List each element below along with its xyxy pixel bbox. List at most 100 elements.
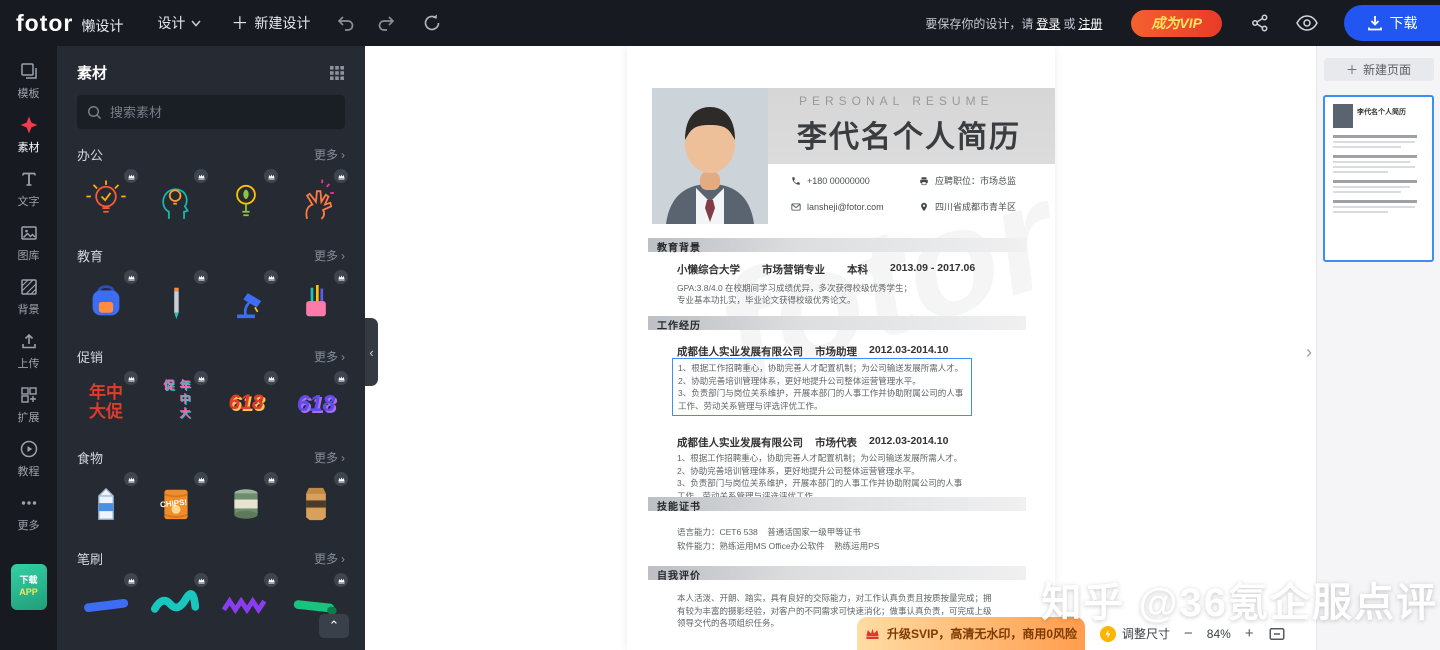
element-brush-blue[interactable]	[77, 576, 135, 634]
resume-title[interactable]: 李代名个人简历	[797, 112, 1021, 156]
chevron-right-icon: ›	[341, 552, 345, 566]
new-page-button[interactable]: ＋ 新建页面	[1324, 58, 1434, 81]
section-self-evaluation[interactable]: 自我评价	[648, 566, 1026, 580]
element-food-can[interactable]	[217, 475, 275, 533]
pages-collapse-handle[interactable]: ›	[1306, 342, 1312, 363]
layout-grid-button[interactable]	[329, 65, 345, 81]
more-link-food[interactable]: 更多›	[314, 449, 345, 466]
element-promo-vertical-text[interactable]: 年中大促	[147, 374, 205, 432]
images-icon	[19, 223, 39, 243]
download-label: 下载	[1390, 13, 1418, 33]
refresh-icon	[422, 13, 442, 33]
contact-phone[interactable]: +180 00000000	[791, 174, 919, 187]
work-entry-1-title[interactable]: 成都佳人实业发展有限公司 市场助理 2012.03-2014.10	[677, 344, 948, 359]
login-link[interactable]: 登录	[1036, 17, 1060, 31]
undo-button[interactable]	[336, 14, 356, 32]
vip-crown-badge	[194, 472, 208, 486]
element-backpack[interactable]	[77, 273, 135, 331]
zoom-controls: 调整尺寸 − 84% +	[1090, 617, 1316, 650]
fotor-logo[interactable]: fotor 懒设计	[16, 10, 123, 37]
work-entry-2-title[interactable]: 成都佳人实业发展有限公司 市场代表 2012.03-2014.10	[677, 435, 948, 450]
contact-email[interactable]: lansheji@fotor.com	[791, 200, 919, 213]
panel-collapse-handle[interactable]: ‹	[365, 318, 378, 386]
section-education[interactable]: 教育背景	[648, 238, 1026, 252]
refresh-button[interactable]	[422, 13, 442, 33]
redo-button[interactable]	[376, 14, 396, 32]
panel-collapse-up-button[interactable]: ⌃	[319, 614, 349, 638]
register-link[interactable]: 注册	[1078, 17, 1102, 31]
sidebar-item-upload[interactable]: 上传	[0, 324, 57, 378]
zoom-in-button[interactable]: +	[1245, 625, 1254, 642]
element-snack-bag[interactable]	[287, 475, 345, 533]
element-chips-bag[interactable]: CHIPS!	[147, 475, 205, 533]
upload-icon	[19, 331, 39, 351]
sidebar-item-text[interactable]: 文字	[0, 162, 57, 216]
download-button[interactable]: 下载	[1344, 5, 1440, 41]
element-pencil[interactable]	[147, 273, 205, 331]
contact-block[interactable]: +180 00000000 应聘职位：市场总监 lansheji@fotor.c…	[791, 174, 1051, 213]
svip-upgrade-banner[interactable]: 升级SVIP，高清无水印，商用0风险	[857, 617, 1085, 650]
download-app-badge[interactable]: 下载 APP	[11, 564, 47, 610]
vip-crown-badge	[194, 270, 208, 284]
chevron-right-icon: ›	[341, 249, 345, 263]
education-detail-2[interactable]: 专业基本功扎实，毕业论文获得校级优秀论文。	[677, 294, 856, 307]
canvas[interactable]: ‹ › fotor PERSONAL RESUME 李代名个人简历	[365, 46, 1316, 650]
more-link-education[interactable]: 更多›	[314, 247, 345, 264]
element-618-blue[interactable]: 618	[287, 374, 345, 432]
sidebar-item-tutorials[interactable]: 教程	[0, 432, 57, 486]
contact-address[interactable]: 四川省成都市青羊区	[919, 200, 1051, 213]
element-brush-teal[interactable]	[147, 576, 205, 634]
search-box[interactable]	[77, 95, 345, 129]
contact-position[interactable]: 应聘职位：市场总监	[919, 174, 1051, 187]
vip-crown-badge	[264, 169, 278, 183]
element-bulb-plant[interactable]	[217, 172, 275, 230]
more-dots-icon	[19, 493, 39, 513]
skills-line-1[interactable]: 语言能力：CET6 538 普通话国家一级甲等证书	[677, 526, 861, 539]
element-milk-carton[interactable]	[77, 475, 135, 533]
section-name-education: 教育	[77, 246, 103, 265]
plus-icon: ＋	[1346, 61, 1358, 78]
share-button[interactable]	[1250, 13, 1270, 33]
vip-crown-badge	[124, 270, 138, 284]
sidebar-item-extensions[interactable]: 扩展	[0, 378, 57, 432]
vip-crown-badge	[124, 472, 138, 486]
resume-en-title[interactable]: PERSONAL RESUME	[799, 94, 994, 108]
resume-photo[interactable]	[652, 88, 768, 224]
resume-document[interactable]: fotor PERSONAL RESUME 李代名个人简历 +180	[627, 46, 1055, 650]
vip-button[interactable]: 成为VIP	[1131, 10, 1222, 37]
section-name-office: 办公	[77, 145, 103, 164]
more-link-brushes[interactable]: 更多›	[314, 550, 345, 567]
element-head-bulb[interactable]	[147, 172, 205, 230]
sidebar-item-elements[interactable]: 素材	[0, 108, 57, 162]
sidebar-item-background[interactable]: 背景	[0, 270, 57, 324]
education-detail-1[interactable]: GPA:3.8/4.0 在校期间学习成绩优异，多次获得校级优秀学生；	[677, 282, 912, 295]
element-desk-lamp[interactable]	[217, 273, 275, 331]
sidebar-item-more[interactable]: 更多	[0, 486, 57, 540]
sidebar-item-templates[interactable]: 模板	[0, 54, 57, 108]
search-input[interactable]	[110, 105, 335, 120]
sidebar-item-images[interactable]: 图库	[0, 216, 57, 270]
design-menu[interactable]: 设计	[157, 13, 201, 33]
fit-screen-button[interactable]	[1268, 626, 1286, 642]
element-pen-cup[interactable]	[287, 273, 345, 331]
work-entry-1-bullets-selected[interactable]: 1、根据工作招聘重心，协助完善人才配置机制；为公司输送发展所需人才。 2、协助完…	[672, 358, 972, 416]
tutorials-icon	[19, 439, 39, 459]
preview-button[interactable]	[1296, 15, 1318, 31]
download-icon	[1367, 15, 1383, 31]
resize-button[interactable]: 调整尺寸	[1100, 625, 1170, 642]
element-618-red[interactable]: 618	[217, 374, 275, 432]
skills-line-2[interactable]: 软件能力：熟练运用MS Office办公软件 熟练运用PS	[677, 540, 879, 553]
more-link-office[interactable]: 更多›	[314, 146, 345, 163]
education-degree-line[interactable]: 小懒综合大学 市场营销专业 本科 2013.09 - 2017.06	[677, 262, 975, 277]
chevron-right-icon: ›	[341, 350, 345, 364]
zoom-out-button[interactable]: −	[1184, 625, 1193, 642]
page-thumbnail[interactable]: 李代名个人简历	[1323, 95, 1434, 262]
more-link-promo[interactable]: 更多›	[314, 348, 345, 365]
section-work[interactable]: 工作经历	[648, 316, 1026, 330]
section-skills[interactable]: 技能证书	[648, 497, 1026, 511]
element-brush-purple[interactable]	[217, 576, 275, 634]
new-design-button[interactable]: ＋ 新建设计	[231, 13, 310, 33]
element-midyear-sale[interactable]: 年中大促	[77, 374, 135, 432]
element-snap-hand[interactable]	[287, 172, 345, 230]
element-idea-bulb[interactable]	[77, 172, 135, 230]
